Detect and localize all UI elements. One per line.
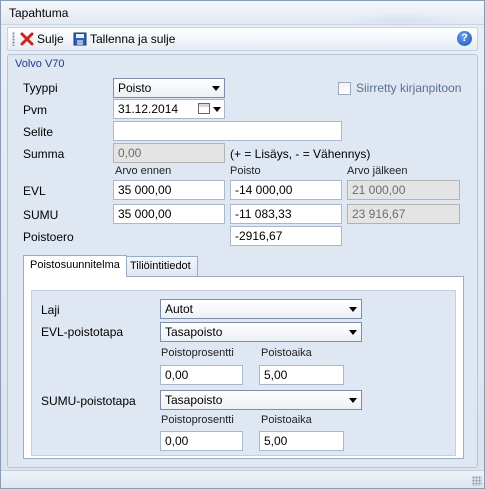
- chevron-down-icon: [349, 307, 357, 312]
- laji-label: Laji: [41, 303, 60, 317]
- evl-method-select[interactable]: Tasapoisto: [160, 322, 362, 342]
- poistoero-input: -2916,67: [230, 226, 342, 246]
- close-icon: [20, 32, 34, 46]
- help-icon[interactable]: ?: [457, 31, 472, 46]
- sumu-depr-input[interactable]: -11 083,33: [230, 204, 342, 224]
- summa-hint: (+ = Lisäys, - = Vähennys): [230, 147, 371, 161]
- sumu-pct-label: Poistoprosentti: [161, 414, 234, 426]
- pvm-date-picker[interactable]: 31.12.2014: [113, 99, 225, 119]
- evl-method-label: EVL-poistotapa: [41, 325, 124, 339]
- col-before-header: Arvo ennen: [115, 165, 172, 177]
- evl-method-value: Tasapoisto: [165, 325, 223, 339]
- sumu-pct-input[interactable]: 0,00: [160, 431, 243, 451]
- summa-label: Summa: [23, 147, 65, 161]
- title-bar: Tapahtuma: [1, 1, 484, 27]
- sumu-method-label: SUMU-poistotapa: [41, 394, 136, 408]
- save-close-button-label: Tallenna ja sulje: [90, 32, 176, 46]
- sumu-time-label: Poistoaika: [261, 414, 312, 426]
- evl-before-input[interactable]: 35 000,00: [113, 180, 225, 200]
- tab-poistosuunnitelma[interactable]: Poistosuunnitelma: [23, 255, 127, 277]
- selite-label: Selite: [23, 125, 54, 139]
- col-depr-header: Poisto: [230, 165, 261, 177]
- evl-row-label: EVL: [23, 184, 46, 198]
- toolbar-grip-icon: [12, 32, 15, 46]
- close-button-label: Sulje: [37, 32, 64, 46]
- window: Tapahtuma Sulje Tallenna ja sulje ? Volv…: [0, 0, 485, 489]
- chevron-down-icon: [349, 398, 357, 403]
- evl-pct-label: Poistoprosentti: [161, 347, 234, 359]
- title-shadow: [341, 13, 461, 27]
- laji-value: Autot: [165, 302, 194, 316]
- sumu-row-label: SUMU: [23, 208, 59, 222]
- chevron-down-icon: [349, 330, 357, 335]
- summa-input: 0,00: [113, 143, 225, 163]
- tyyppi-select[interactable]: Poisto: [113, 78, 225, 98]
- siirretty-checkbox-wrap[interactable]: Siirretty kirjanpitoon: [338, 81, 461, 95]
- chevron-down-icon: [212, 86, 220, 91]
- sumu-before-input[interactable]: 35 000,00: [113, 204, 225, 224]
- window-title: Tapahtuma: [9, 6, 69, 20]
- laji-select[interactable]: Autot: [160, 299, 362, 319]
- save-icon: [73, 32, 87, 46]
- tab-tiliointitiedot[interactable]: Tiliöintitiedot: [123, 256, 198, 277]
- calendar-icon[interactable]: [198, 103, 210, 114]
- selite-input[interactable]: [113, 121, 342, 141]
- close-button[interactable]: Sulje: [20, 30, 64, 48]
- siirretty-label: Siirretty kirjanpitoon: [356, 81, 462, 95]
- tyyppi-label: Tyyppi: [23, 81, 58, 95]
- tyyppi-value: Poisto: [118, 81, 152, 95]
- pvm-label: Pvm: [23, 103, 47, 117]
- evl-after-input: 21 000,00: [347, 180, 460, 200]
- evl-pct-input[interactable]: 0,00: [160, 365, 243, 385]
- evl-time-label: Poistoaika: [261, 347, 312, 359]
- pvm-value: 31.12.2014: [118, 102, 179, 116]
- sumu-method-select[interactable]: Tasapoisto: [160, 390, 362, 410]
- col-after-header: Arvo jälkeen: [347, 165, 408, 177]
- resize-grip-icon[interactable]: [472, 476, 482, 486]
- sumu-after-input: 23 916,67: [347, 204, 460, 224]
- group-title: Volvo V70: [15, 58, 65, 70]
- status-bar: [1, 470, 484, 488]
- siirretty-checkbox[interactable]: [338, 81, 351, 95]
- poistoero-label: Poistoero: [23, 230, 74, 244]
- sumu-time-input[interactable]: 5,00: [259, 431, 344, 451]
- evl-time-input[interactable]: 5,00: [259, 365, 344, 385]
- evl-depr-input[interactable]: -14 000,00: [230, 180, 342, 200]
- toolbar: Sulje Tallenna ja sulje ?: [7, 27, 478, 51]
- chevron-down-icon[interactable]: [213, 107, 221, 112]
- save-close-button[interactable]: Tallenna ja sulje: [73, 30, 175, 48]
- sumu-method-value: Tasapoisto: [165, 393, 223, 407]
